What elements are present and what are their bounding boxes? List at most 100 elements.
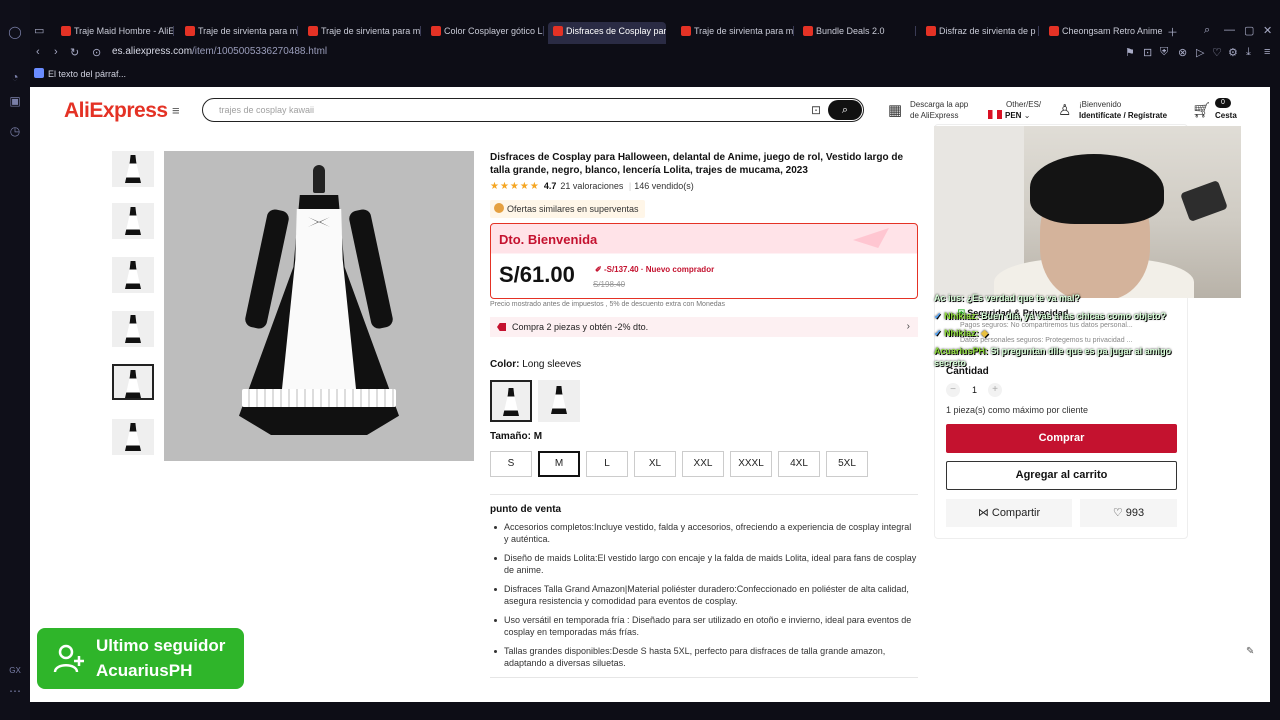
- search-tabs-icon[interactable]: ⌕: [1204, 24, 1210, 37]
- gx-label: GX: [9, 666, 21, 675]
- buy-now-button[interactable]: Comprar: [946, 424, 1177, 453]
- wishlist-button[interactable]: ♡ 993: [1080, 499, 1177, 527]
- tab-3[interactable]: Traje de sirvienta para m: [303, 22, 421, 44]
- chat-message-4: AcuariusPH: Si preguntan dile que es pa …: [934, 346, 1172, 356]
- download-app-link[interactable]: Descarga la app de AliExpress: [910, 99, 968, 121]
- tab-2[interactable]: Traje de sirvienta para m: [180, 22, 298, 44]
- size-option-5xl[interactable]: 5XL: [826, 451, 868, 477]
- aria-icon[interactable]: ◔: [8, 70, 22, 84]
- region-selector[interactable]: Other/ES/PEN ⌄: [988, 99, 1041, 121]
- quantity-value[interactable]: 1: [972, 385, 977, 395]
- size-option-xl[interactable]: XL: [634, 451, 676, 477]
- address-bar[interactable]: es.aliexpress.com/item/1005005336270488.…: [112, 46, 327, 57]
- category-menu-icon[interactable]: ≡: [172, 103, 180, 118]
- list-item: Accesorios completos:Incluye vestido, fa…: [494, 521, 918, 545]
- download-icon[interactable]: ⤓: [1246, 46, 1251, 59]
- tab-5-active[interactable]: Disfraces de Cosplay para: [548, 22, 666, 44]
- tab-1[interactable]: Traje Maid Hombre - AliE: [56, 22, 174, 44]
- color-swatch-short-sleeves[interactable]: [538, 380, 580, 422]
- quantity-increase-button[interactable]: +: [988, 383, 1002, 397]
- aliexpress-logo[interactable]: AliExpress: [64, 99, 168, 123]
- divider: [490, 677, 918, 678]
- quantity-decrease-button[interactable]: −: [946, 383, 960, 397]
- rating-row[interactable]: ★★★★★ 4.7 21 valoraciones | 146 vendido(s): [490, 181, 694, 192]
- reload-icon[interactable]: ↻: [70, 46, 79, 59]
- verified-icon: ✓: [934, 311, 942, 321]
- player-icon[interactable]: ▷: [1196, 46, 1204, 59]
- menu-icon[interactable]: ≡: [1264, 46, 1270, 58]
- forward-icon[interactable]: ›: [54, 46, 58, 58]
- tab-7[interactable]: Bundle Deals 2.0: [798, 22, 916, 44]
- site-info-icon[interactable]: ⊙: [92, 46, 101, 59]
- thumbnail-1[interactable]: [112, 151, 154, 187]
- aliexpress-favicon-icon: [1049, 26, 1059, 36]
- address-domain: es.aliexpress.com: [112, 46, 193, 57]
- image-search-icon[interactable]: ⊡: [811, 103, 821, 117]
- tag-icon: [497, 323, 506, 331]
- peru-flag-icon: [988, 110, 1002, 119]
- thumbnail-6[interactable]: [112, 419, 154, 455]
- offer-tag[interactable]: Ofertas similares en superventas: [490, 200, 645, 218]
- close-icon[interactable]: ✕: [1263, 24, 1272, 37]
- size-option-m-selected[interactable]: M: [538, 451, 580, 477]
- size-option-4xl[interactable]: 4XL: [778, 451, 820, 477]
- tab-6[interactable]: Traje de sirvienta para m: [676, 22, 794, 44]
- rating-value: 4.7: [543, 181, 557, 191]
- add-to-cart-button[interactable]: Agregar al carrito: [946, 461, 1177, 490]
- size-option-s[interactable]: S: [490, 451, 532, 477]
- selling-points-list: Accesorios completos:Incluye vestido, fa…: [494, 521, 918, 676]
- edit-pencil-icon[interactable]: ✎: [1246, 646, 1254, 657]
- product-title: Disfraces de Cosplay para Halloween, del…: [490, 152, 904, 176]
- current-price: S/61.00: [499, 262, 575, 287]
- size-label: Tamaño: M: [490, 431, 543, 442]
- color-swatch-long-sleeves[interactable]: [490, 380, 532, 422]
- address-path: /item/1005005336270488.html: [192, 46, 328, 57]
- deal-title: Dto. Bienvenida: [499, 232, 598, 247]
- bookmark-bar-item[interactable]: El texto del párraf...: [34, 68, 126, 79]
- heart-icon[interactable]: ♡: [1212, 46, 1222, 59]
- tab-menu-icon[interactable]: ▭: [34, 24, 44, 37]
- tab-4[interactable]: Color Cosplayer gótico L: [426, 22, 544, 44]
- size-option-l[interactable]: L: [586, 451, 628, 477]
- more-icon[interactable]: ⋯: [8, 684, 22, 698]
- thumbnail-4[interactable]: [112, 311, 154, 347]
- vpn-icon[interactable]: ⊗: [1178, 46, 1187, 59]
- selling-points-title: punto de venta: [490, 504, 562, 515]
- cart-label[interactable]: Cesta: [1215, 110, 1237, 121]
- tab-bar: ▭ Traje Maid Hombre - AliE Traje de sirv…: [0, 18, 1280, 44]
- review-count[interactable]: 21 valoraciones: [560, 181, 623, 191]
- dress-thumbnail-image: [125, 207, 141, 235]
- webcam-person-hair: [1030, 154, 1164, 224]
- account-link[interactable]: ¡Bienvenido Identifícate / Regístrate: [1079, 99, 1167, 121]
- shield-icon[interactable]: ⛨: [1160, 46, 1168, 59]
- tab-9[interactable]: Cheongsam Retro Anime: [1044, 22, 1162, 44]
- size-option-xxl[interactable]: XXL: [682, 451, 724, 477]
- cart-icon[interactable]: 🛒︎: [1192, 101, 1211, 119]
- tab-8[interactable]: Disfraz de sirvienta de p: [921, 22, 1039, 44]
- extensions-icon[interactable]: ⚙: [1228, 46, 1238, 59]
- heart-icon: ♡: [1112, 507, 1123, 519]
- thumbnail-5-selected[interactable]: [112, 364, 154, 400]
- back-icon[interactable]: ‹: [36, 46, 40, 58]
- new-tab-icon[interactable]: ＋: [1167, 24, 1178, 40]
- bundle-offer[interactable]: Compra 2 piezas y obtén -2% dto. ›: [490, 317, 918, 337]
- product-main-image[interactable]: [164, 151, 474, 461]
- thumbnail-2[interactable]: [112, 203, 154, 239]
- chevron-right-icon: ›: [906, 321, 910, 332]
- camera-icon[interactable]: ▣: [8, 94, 22, 108]
- size-option-xxxl[interactable]: XXXL: [730, 451, 772, 477]
- search-button[interactable]: ⌕: [828, 100, 862, 120]
- history-icon[interactable]: ◷: [8, 124, 22, 138]
- chat-message-1: Ac ius: ¿Es verdad que te va mal?: [934, 293, 1081, 303]
- snapshot-icon[interactable]: ⊡: [1143, 46, 1152, 59]
- discount-text: ✐ -S/137.40 · Nuevo comprador: [595, 265, 715, 274]
- search-input[interactable]: trajes de cosplay kawaii: [219, 105, 314, 115]
- search-bar[interactable]: trajes de cosplay kawaii ⊡ ⌕: [202, 98, 864, 122]
- minimize-icon[interactable]: —: [1224, 24, 1235, 36]
- maximize-icon[interactable]: ▢: [1244, 24, 1254, 37]
- bookmark-icon[interactable]: ⚑: [1125, 46, 1135, 59]
- quantity-note: 1 pieza(s) como máximo por cliente: [946, 405, 1089, 415]
- follower-title: Ultimo seguidor: [96, 636, 226, 655]
- share-button[interactable]: ⋈ Compartir: [946, 499, 1072, 527]
- thumbnail-3[interactable]: [112, 257, 154, 293]
